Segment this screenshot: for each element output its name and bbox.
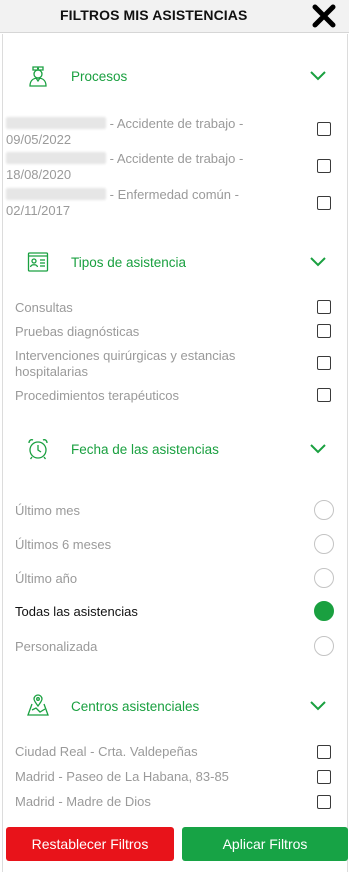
redacted-text [6, 152, 106, 164]
checkbox[interactable] [317, 356, 331, 370]
tipo-label: Intervenciones quirúrgicas y estancias [15, 348, 236, 363]
reset-filters-button[interactable]: Restablecer Filtros [6, 827, 174, 861]
section-title-tipos: Tipos de asistencia [71, 255, 187, 270]
chevron-down-icon[interactable] [310, 701, 326, 711]
radio-button[interactable] [314, 636, 334, 656]
proceso-type: - Enfermedad común - [109, 187, 239, 202]
tipo-pruebas[interactable]: Pruebas diagnósticas [15, 324, 139, 340]
radio-button[interactable] [314, 568, 334, 588]
nurse-icon [29, 66, 47, 87]
alarm-clock-icon [28, 439, 48, 460]
checkbox[interactable] [317, 795, 331, 809]
fecha-todas[interactable]: Todas las asistencias [15, 604, 138, 620]
checkbox[interactable] [317, 196, 331, 210]
proceso-date: 09/05/2022 [6, 132, 72, 147]
centro-paseo-habana[interactable]: Madrid - Paseo de La Habana, 83-85 [15, 769, 229, 785]
redacted-text [6, 117, 106, 129]
proceso-date: 18/08/2020 [6, 167, 72, 182]
tipo-label-cont: hospitalarias [15, 364, 88, 379]
radio-button[interactable] [314, 534, 334, 554]
fecha-ultimo-mes[interactable]: Último mes [15, 503, 80, 519]
radio-button[interactable] [314, 500, 334, 520]
redacted-text [6, 188, 106, 200]
close-icon[interactable] [311, 4, 337, 28]
id-card-icon [27, 252, 49, 272]
tipo-procedimientos[interactable]: Procedimientos terapéuticos [15, 388, 179, 404]
centro-madre-de-dios[interactable]: Madrid - Madre de Dios [15, 794, 151, 810]
section-title-fecha: Fecha de las asistencias [71, 442, 219, 457]
filter-header: FILTROS MIS ASISTENCIAS [0, 0, 349, 33]
fecha-ultimos-6-meses[interactable]: Últimos 6 meses [15, 537, 111, 553]
proceso-date: 02/11/2017 [6, 203, 71, 218]
radio-button-selected[interactable] [314, 601, 334, 621]
chevron-down-icon[interactable] [310, 71, 326, 81]
checkbox[interactable] [317, 122, 331, 136]
proceso-type: - Accidente de trabajo - [109, 116, 244, 131]
section-title-centros: Centros asistenciales [71, 699, 200, 714]
checkbox[interactable] [317, 388, 331, 402]
checkbox[interactable] [317, 300, 331, 314]
proceso-item-3[interactable]: - Enfermedad común - 02/11/2017 [6, 187, 296, 219]
proceso-type: - Accidente de trabajo - [109, 151, 244, 166]
checkbox[interactable] [317, 770, 331, 784]
page-title: FILTROS MIS ASISTENCIAS [60, 7, 248, 23]
fecha-ultimo-ano[interactable]: Último año [15, 571, 77, 587]
map-pin-icon [27, 694, 49, 716]
checkbox[interactable] [317, 324, 331, 338]
proceso-item-1[interactable]: - Accidente de trabajo - 09/05/2022 [6, 116, 296, 148]
checkbox[interactable] [317, 159, 331, 173]
section-title-procesos: Procesos [71, 69, 128, 84]
tipo-intervenciones[interactable]: Intervenciones quirúrgicas y estancias h… [15, 348, 295, 380]
tipo-consultas[interactable]: Consultas [15, 300, 73, 316]
chevron-down-icon[interactable] [310, 444, 326, 454]
checkbox[interactable] [317, 745, 331, 759]
apply-filters-button[interactable]: Aplicar Filtros [182, 827, 348, 861]
centro-ciudad-real[interactable]: Ciudad Real - Crta. Valdepeñas [15, 744, 198, 760]
proceso-item-2[interactable]: - Accidente de trabajo - 18/08/2020 [6, 151, 296, 183]
chevron-down-icon[interactable] [310, 257, 326, 267]
fecha-personalizada[interactable]: Personalizada [15, 639, 97, 655]
